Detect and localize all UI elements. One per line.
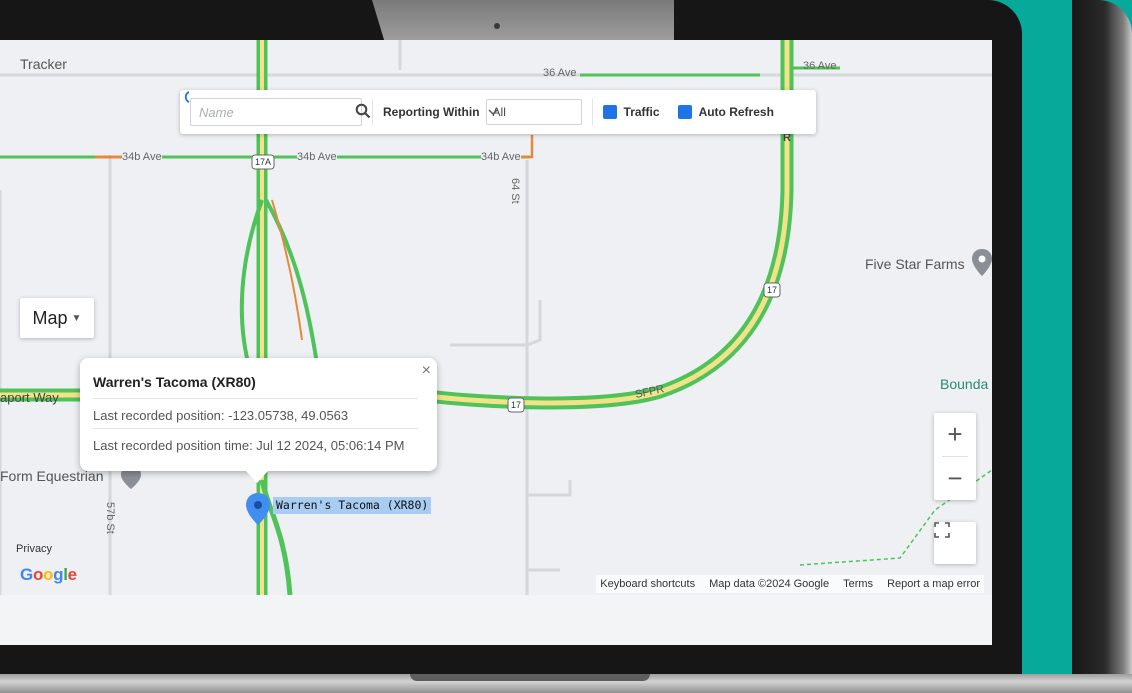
place-pin-icon <box>972 249 992 276</box>
app-title: Tracker <box>20 56 67 72</box>
road-label-36-ave-b: 36 Ave <box>803 60 837 72</box>
place-label-five-star-farms: Five Star Farms <box>865 256 965 272</box>
shield-17-text-a: 17 <box>767 285 777 295</box>
reporting-within-label: Reporting Within <box>383 105 480 119</box>
zoom-in-button[interactable]: + <box>934 413 976 456</box>
chevron-down-icon <box>488 109 498 115</box>
vehicle-info-window: Warren's Tacoma (XR80) × Last recorded p… <box>80 358 437 483</box>
toolbar-divider <box>372 99 373 125</box>
search-input[interactable] <box>197 103 341 121</box>
reporting-within-select[interactable]: All <box>485 99 582 125</box>
report-map-error-link[interactable]: Report a map error <box>887 578 980 590</box>
auto-refresh-label: Auto Refresh <box>698 105 774 119</box>
road-label-36-ave-a: 36 Ave <box>543 67 577 79</box>
zoom-out-button[interactable]: − <box>934 457 976 500</box>
laptop-base-groove <box>410 674 650 681</box>
fullscreen-button[interactable] <box>934 522 976 564</box>
fullscreen-icon <box>934 522 950 538</box>
page-footer-area <box>0 595 992 645</box>
info-last-position: Last recorded position: -123.05738, 49.0… <box>93 408 349 423</box>
vehicle-marker-label[interactable]: Warren's Tacoma (XR80) <box>273 497 432 514</box>
road-label-34b-ave-c: 34b Ave <box>481 151 521 163</box>
traffic-toggle[interactable]: Traffic <box>180 91 666 119</box>
traffic-checkbox[interactable] <box>180 91 617 119</box>
map-data-text: Map data ©2024 Google <box>709 578 830 590</box>
zoom-control: + − <box>934 413 976 500</box>
shield-17-text-b: 17 <box>511 400 521 410</box>
auto-refresh-toggle[interactable]: Auto Refresh <box>180 91 780 119</box>
auto-refresh-checkbox[interactable] <box>180 91 692 119</box>
screen: 17A 17 17 36 Ave 36 Ave 34b Ave 34b Ave … <box>0 40 992 645</box>
laptop-bezel-rim <box>1072 0 1132 680</box>
map-attribution: Keyboard shortcuts Map data ©2024 Google… <box>596 575 984 593</box>
info-divider <box>93 398 418 399</box>
keyboard-shortcuts-link[interactable]: Keyboard shortcuts <box>600 578 695 590</box>
road-label-34b-ave-a: 34b Ave <box>122 151 162 163</box>
terms-link[interactable]: Terms <box>843 578 873 590</box>
map-canvas[interactable]: 17A 17 17 36 Ave 36 Ave 34b Ave 34b Ave … <box>0 40 992 595</box>
search-box <box>190 98 371 126</box>
info-divider <box>93 428 418 429</box>
map-type-button[interactable]: Map ▼ <box>20 298 94 338</box>
info-window-title: Warren's Tacoma (XR80) <box>93 374 256 390</box>
traffic-label: Traffic <box>623 105 660 119</box>
toolbar-divider <box>591 99 593 125</box>
close-icon[interactable]: × <box>422 362 431 380</box>
info-last-position-time: Last recorded position time: Jul 12 2024… <box>93 438 405 453</box>
privacy-link[interactable]: Privacy <box>16 543 52 555</box>
place-label-bounda: Bounda <box>940 376 989 392</box>
road-label-port-way: aport Way <box>0 390 59 405</box>
shield-17a-text: 17A <box>255 157 271 167</box>
webcam-icon <box>494 23 500 29</box>
road-label-57b-st: 57b St <box>104 502 116 534</box>
google-logo: Google <box>20 565 77 584</box>
laptop-top-notch <box>372 0 674 40</box>
caret-down-icon: ▼ <box>71 312 82 324</box>
filter-toolbar: Reporting Within All Traffic Auto Refres… <box>180 90 816 134</box>
map-type-label: Map <box>32 307 68 328</box>
road-label-34b-ave-b: 34b Ave <box>297 151 337 163</box>
road-label-64-st: 64 St <box>509 178 521 204</box>
